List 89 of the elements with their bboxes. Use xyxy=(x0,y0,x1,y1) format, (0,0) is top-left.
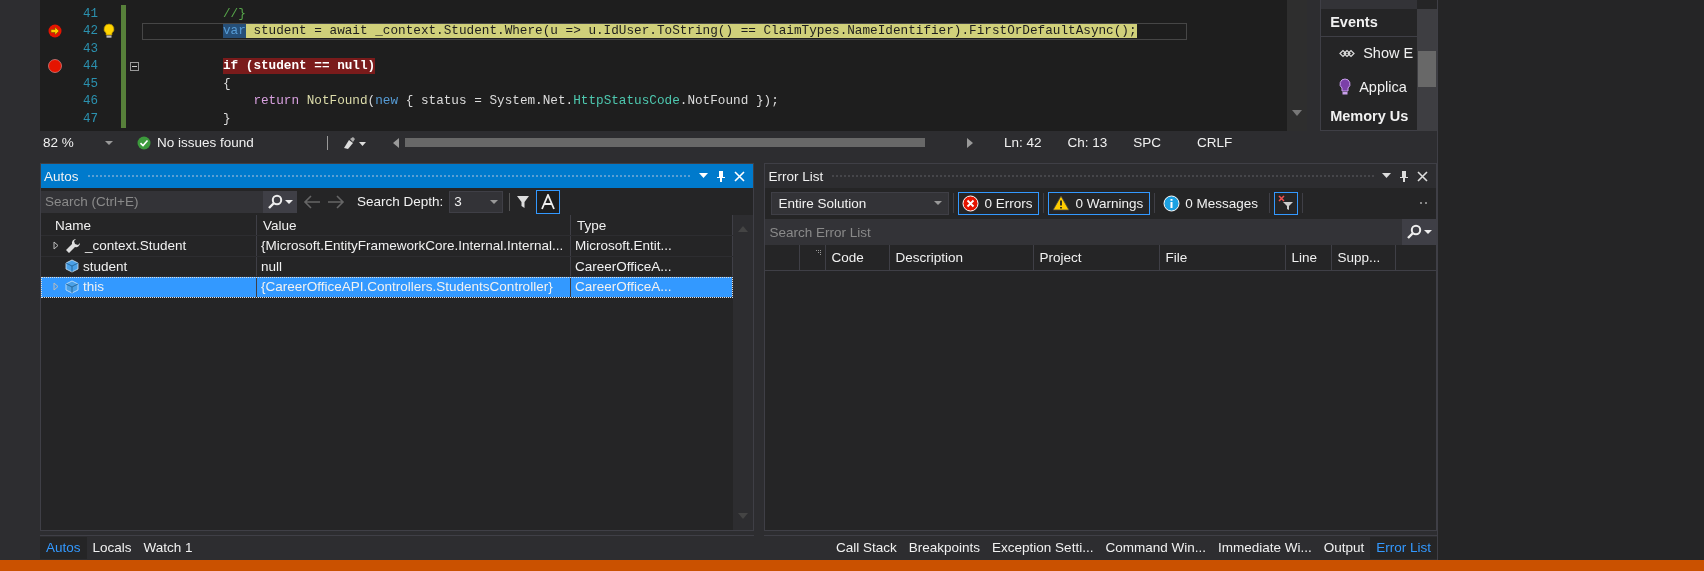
code-editor[interactable] xyxy=(40,0,1308,131)
collapse-icon[interactable] xyxy=(129,61,139,71)
variable-value: null xyxy=(257,256,571,276)
brush-icon[interactable] xyxy=(342,135,368,150)
whitespace-indicator: SPC xyxy=(1133,135,1162,150)
code-line: { xyxy=(222,75,231,92)
pin-icon[interactable] xyxy=(716,169,727,183)
variable-row[interactable]: _context.Student {Microsoft.EntityFrameworkCore.Internal.Internal... Microsoft.Entit... xyxy=(41,236,734,257)
diagnostics-link[interactable]: Applica xyxy=(1359,78,1407,95)
line-number: 45 xyxy=(82,76,98,91)
scope-dropdown[interactable]: Entire Solution xyxy=(771,191,950,215)
diagnostics-link[interactable]: Show E xyxy=(1363,45,1414,62)
clear-filter-button[interactable] xyxy=(1274,191,1299,215)
cube-icon xyxy=(65,279,79,294)
line-number: 46 xyxy=(82,94,98,109)
column-header[interactable]: Supp... xyxy=(1332,245,1397,270)
search-depth-dropdown[interactable]: 3 xyxy=(449,190,504,213)
line-number: 41 xyxy=(82,6,98,21)
column-header[interactable]: Description xyxy=(890,245,1035,270)
pin-icon[interactable] xyxy=(1399,169,1409,183)
warning-icon xyxy=(1052,195,1071,211)
check-icon xyxy=(137,135,151,150)
column-header[interactable]: Line xyxy=(1286,245,1333,270)
filter-toggle[interactable]: 0 Warnings xyxy=(1048,191,1151,215)
variable-value: {Microsoft.EntityFrameworkCore.Internal.Internal... xyxy=(257,236,571,256)
issues-status[interactable]: No issues found xyxy=(157,135,254,150)
variable-name: this xyxy=(83,279,104,295)
code-line: } xyxy=(222,110,231,127)
tab[interactable]: Breakpoints xyxy=(902,537,987,559)
search-field[interactable]: Search Error List xyxy=(765,219,1402,245)
filter-toggle[interactable]: 0 Messages xyxy=(1159,191,1266,215)
dropdown-arrow-icon[interactable] xyxy=(1382,173,1391,179)
tab[interactable]: Exception Setti... xyxy=(986,537,1100,559)
line-number: 44 xyxy=(82,59,98,74)
filter-icon[interactable] xyxy=(516,194,531,209)
tab[interactable]: Call Stack xyxy=(830,537,903,559)
tab[interactable]: Immediate Wi... xyxy=(1211,537,1318,559)
breakpoint-icon[interactable] xyxy=(48,59,62,74)
search-depth-label: Search Depth: xyxy=(357,194,444,209)
tab[interactable]: Locals xyxy=(86,537,138,559)
tab[interactable]: Output xyxy=(1317,537,1371,559)
lightbulb-icon xyxy=(1339,77,1352,96)
info-icon xyxy=(1163,194,1181,212)
line-indicator: Ln: 42 xyxy=(1004,135,1042,150)
cube-icon xyxy=(65,259,79,274)
sort-icon[interactable] xyxy=(815,249,823,256)
overflow-icon[interactable] xyxy=(1420,201,1428,205)
tab[interactable]: Watch 1 xyxy=(137,537,199,559)
diamonds-icon xyxy=(1339,48,1356,58)
code-line: var student = await _context.Student.Where(u => u.IdUser.ToString() == ClaimTypes.NameIdentifier).FirstOrDefaultAsync(); xyxy=(222,23,1137,40)
forward-arrow-icon[interactable] xyxy=(327,194,345,209)
lightbulb-icon[interactable] xyxy=(103,23,115,40)
back-arrow-icon[interactable] xyxy=(303,194,321,209)
filter-toggle[interactable]: 0 Errors xyxy=(958,191,1040,215)
wrench-icon xyxy=(65,237,81,254)
search-icon xyxy=(267,193,283,210)
code-line: return NotFound(new { status = System.Net.HttpStatusCode.NotFound }); xyxy=(253,93,779,110)
variable-name: student xyxy=(83,258,128,274)
breakpoint-arrow-icon[interactable] xyxy=(48,24,62,39)
scrollbar[interactable] xyxy=(1417,9,1437,131)
search-button[interactable] xyxy=(1402,219,1436,245)
search-field[interactable]: Search (Ctrl+E) xyxy=(41,190,263,213)
column-header[interactable]: File xyxy=(1160,245,1287,270)
panel-title: Autos xyxy=(44,168,79,184)
font-toggle-button[interactable] xyxy=(536,189,561,214)
close-icon[interactable] xyxy=(1417,170,1428,182)
search-icon xyxy=(1406,224,1422,240)
line-number: 47 xyxy=(82,111,98,126)
column-header[interactable]: Code xyxy=(826,245,891,270)
variable-name: _context.Student xyxy=(85,238,187,254)
expand-icon[interactable] xyxy=(53,241,59,251)
line-ending-indicator: CRLF xyxy=(1197,135,1233,150)
panel-title: Error List xyxy=(768,168,824,184)
dropdown-arrow-icon[interactable] xyxy=(699,173,709,179)
tab[interactable]: Autos xyxy=(40,537,87,559)
search-button[interactable] xyxy=(263,190,297,213)
zoom-dropdown[interactable]: 82 % xyxy=(40,135,119,150)
error-icon xyxy=(962,194,980,212)
tab[interactable]: Error List xyxy=(1370,537,1437,559)
line-number: 42 xyxy=(82,24,98,39)
column-header[interactable]: Project xyxy=(1034,245,1161,270)
column-header[interactable]: Value xyxy=(257,215,571,235)
column-indicator: Ch: 13 xyxy=(1067,135,1108,150)
scrollbar[interactable] xyxy=(733,215,754,530)
code-line: //} xyxy=(222,5,246,22)
tab[interactable]: Command Win... xyxy=(1099,537,1212,559)
line-number: 43 xyxy=(82,41,98,56)
column-header[interactable]: Name xyxy=(41,215,257,235)
variable-value: {CareerOfficeAPI.Controllers.StudentsController} xyxy=(257,277,571,297)
